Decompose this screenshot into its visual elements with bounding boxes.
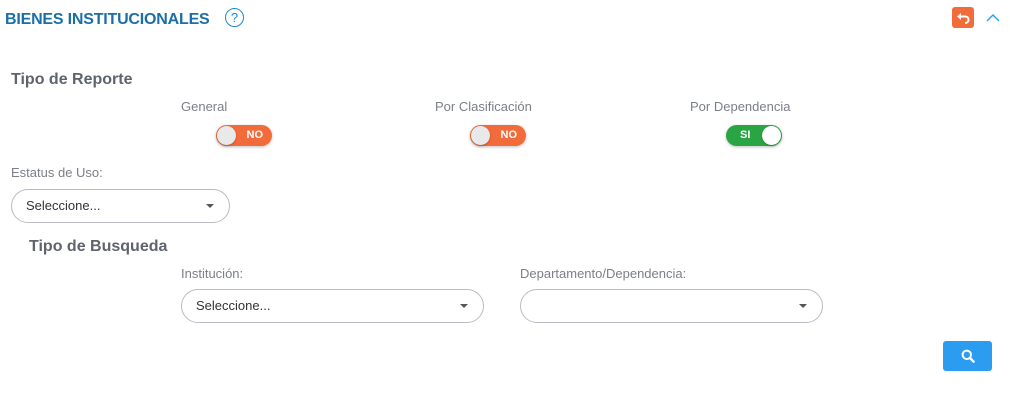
caret-down-icon xyxy=(206,204,214,208)
toggle-por-clasificacion[interactable]: NO xyxy=(470,125,526,146)
toggle-label-general: General xyxy=(181,99,228,114)
tipo-busqueda-title: Tipo de Busqueda xyxy=(29,238,168,255)
departamento-label: Departamento/Dependencia: xyxy=(520,266,687,281)
institucion-select-value: Seleccione... xyxy=(196,298,271,313)
panel-title: BIENES INSTITUCIONALES xyxy=(5,11,210,28)
search-button[interactable] xyxy=(943,341,992,371)
toggle-knob xyxy=(217,126,236,145)
toggle-label-por-dependencia: Por Dependencia xyxy=(690,99,791,114)
departamento-select[interactable] xyxy=(520,289,823,323)
toggle-knob xyxy=(471,126,490,145)
toggle-state-text: SI xyxy=(740,129,751,141)
toggle-state-text: NO xyxy=(246,129,264,141)
estatus-select[interactable]: Seleccione... xyxy=(11,189,230,223)
institucion-select[interactable]: Seleccione... xyxy=(181,289,484,323)
tipo-reporte-title: Tipo de Reporte xyxy=(11,71,133,88)
back-button[interactable] xyxy=(952,7,974,28)
estatus-label: Estatus de Uso: xyxy=(11,165,103,180)
collapse-button[interactable] xyxy=(984,9,1001,26)
toggle-por-dependencia[interactable]: SI xyxy=(726,125,782,146)
toggle-state-text: NO xyxy=(500,129,518,141)
toggle-general[interactable]: NO xyxy=(216,125,272,146)
caret-down-icon xyxy=(460,304,468,308)
undo-arrow-icon xyxy=(957,12,970,24)
toggle-label-por-clasificacion: Por Clasificación xyxy=(435,99,532,114)
institucion-label: Institución: xyxy=(181,266,244,281)
search-icon xyxy=(961,349,975,363)
help-icon[interactable]: ? xyxy=(225,8,244,27)
toggle-knob xyxy=(762,126,781,145)
chevron-up-icon xyxy=(986,14,999,22)
caret-down-icon xyxy=(799,304,807,308)
estatus-select-value: Seleccione... xyxy=(26,198,101,213)
